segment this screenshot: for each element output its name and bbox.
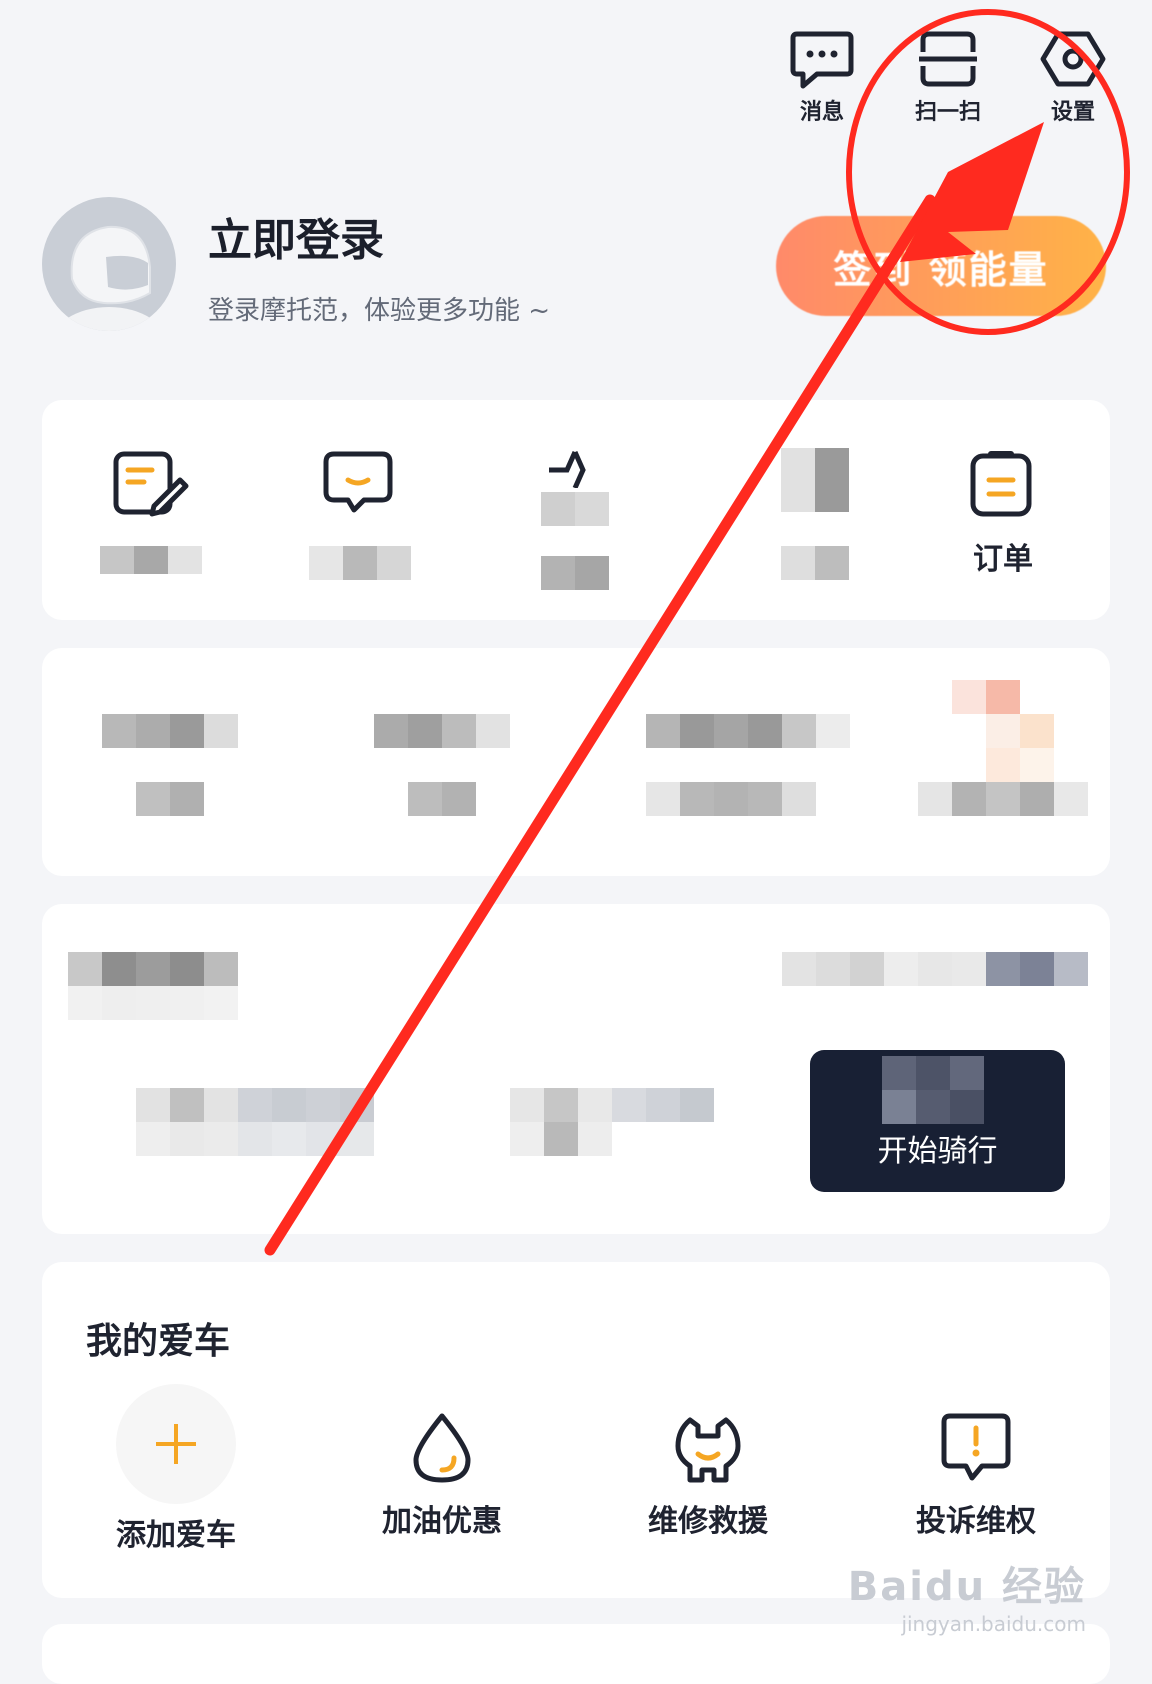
pixelated-label [541,556,609,590]
pixelated-link [782,952,1088,986]
pixelated-label [309,546,411,580]
pixelated-stat [136,782,204,816]
avatar[interactable] [42,197,176,331]
settings-icon [1040,31,1106,87]
stats-card [42,648,1110,876]
messages-button[interactable]: 消息 [762,28,882,126]
quick-action-orders[interactable]: 订单 [928,448,1078,578]
order-icon [970,451,1032,517]
fuel-discount-label: 加油优惠 [382,1504,502,1539]
complaint-icon [941,1413,1011,1481]
fuel-drop-icon [413,1413,471,1483]
start-ride-button[interactable]: 开始骑行 [810,1050,1065,1192]
pixelated-title [68,952,238,1020]
my-car-title: 我的爱车 [86,1321,231,1362]
login-title[interactable]: 立即登录 [208,204,384,268]
pixelated-ride-icon [882,1056,984,1124]
watermark-logo-text: Baidu 经验 [847,1564,1086,1610]
pixelated-label [781,546,849,580]
repair-rescue-button[interactable]: 维修救援 [623,1410,793,1540]
scan-icon [919,31,977,87]
plus-icon [116,1384,236,1504]
start-ride-label: 开始骑行 [877,1134,998,1169]
pixelated-stat [102,714,238,748]
quick-action-label: 订单 [973,542,1033,577]
pixelated-coupon-icon [952,680,1054,782]
pixelated-stat [646,782,816,816]
pixelated-stat [408,782,476,816]
add-car-label: 添加爱车 [116,1518,236,1553]
quick-action-history[interactable] [740,448,890,580]
pixelated-metric [510,1088,714,1156]
message-icon [790,31,854,89]
quick-action-favorites[interactable] [500,448,650,590]
repair-rescue-label: 维修救援 [648,1504,768,1539]
quick-action-comments[interactable] [285,448,435,580]
wrench-icon [675,1417,741,1483]
messages-label: 消息 [799,100,844,125]
login-subtitle: 登录摩托范，体验更多功能 ~ [208,296,551,326]
settings-label: 设置 [1050,100,1095,125]
edit-note-icon [113,451,189,517]
scan-label: 扫一扫 [914,100,981,125]
signin-button[interactable]: 签到 领能量 [776,216,1106,316]
complaint-label: 投诉维权 [916,1504,1036,1539]
scan-button[interactable]: 扫一扫 [888,28,1008,126]
pixelated-metric [136,1088,374,1156]
fuel-discount-button[interactable]: 加油优惠 [357,1410,527,1540]
chat-icon [323,451,393,513]
helmet-avatar-icon [54,225,164,331]
add-car-button[interactable]: 添加爱车 [91,1384,261,1554]
pixelated-stat [374,714,510,748]
watermark: Baidu 经验 jingyan.baidu.com [848,1554,1086,1636]
pixelated-label [100,546,202,574]
quick-action-post[interactable] [75,448,225,574]
complaint-button[interactable]: 投诉维权 [891,1410,1061,1540]
watermark-url: jingyan.baidu.com [901,1612,1086,1636]
settings-button[interactable]: 设置 [1013,28,1133,126]
pixelated-icon [541,492,609,526]
star-icon [549,450,586,490]
pixelated-icon [781,448,849,512]
pixelated-stat [646,714,850,748]
pixelated-stat [918,782,1088,816]
